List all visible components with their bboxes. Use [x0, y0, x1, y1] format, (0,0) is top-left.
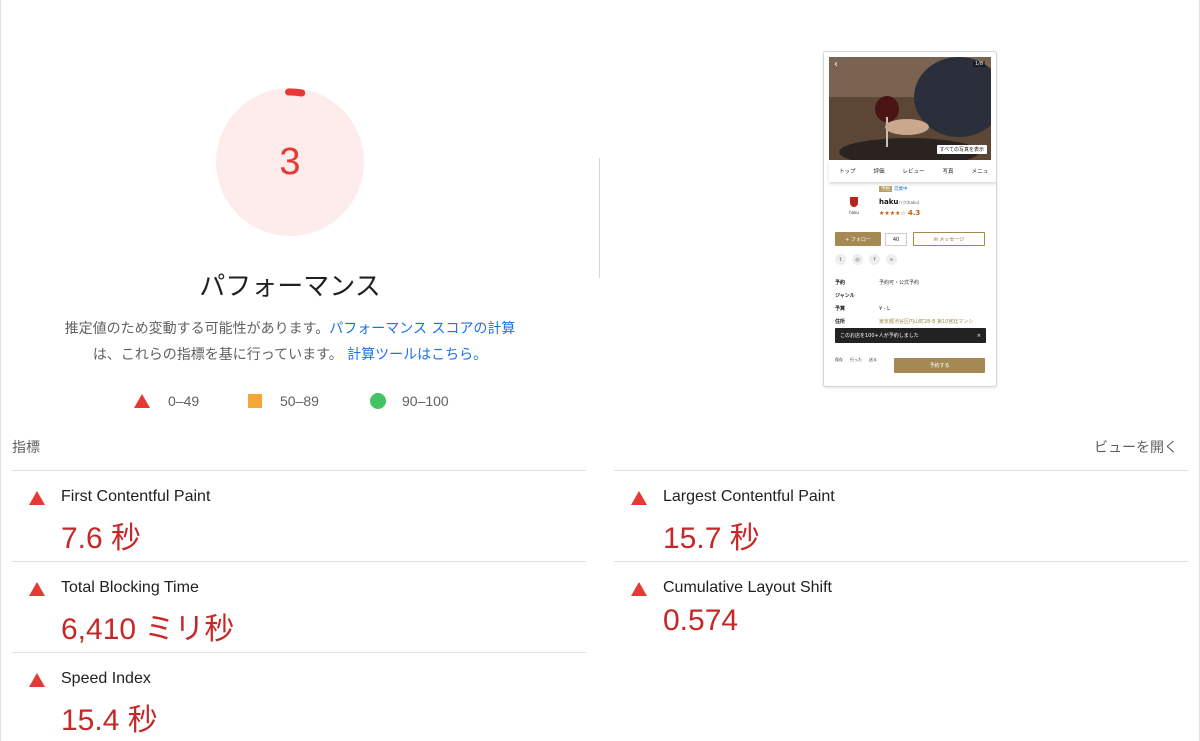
reservation-toast: このお店を100+人が予約しました ×	[835, 328, 986, 343]
link-icon[interactable]: ∞	[886, 254, 897, 265]
legend-fail-range: 0–49	[168, 393, 200, 409]
performance-score-gauge[interactable]: 3	[214, 86, 366, 238]
legend-pass: 90–100	[370, 390, 449, 412]
metrics-heading: 指標	[12, 440, 40, 456]
score-value: 3	[279, 140, 301, 183]
tab-review[interactable]: レビュー	[903, 167, 925, 175]
metric-si: Speed Index 15.4 秒	[12, 652, 586, 741]
square-average-icon	[248, 394, 262, 408]
visited-action[interactable]: 行った	[850, 357, 862, 363]
category-title: パフォーマンス	[199, 272, 381, 302]
shop-name-sub: ハク(haku)	[898, 200, 920, 205]
metrics-left-column: First Contentful Paint 7.6 秒 Total Block…	[12, 470, 586, 741]
view-toggle-button[interactable]: ビューを開く	[1094, 437, 1178, 457]
metric-value: 6,410 ミリ秒	[61, 613, 235, 646]
triangle-fail-icon	[29, 582, 45, 596]
all-photos-button[interactable]: すべての写真を表示	[936, 145, 987, 154]
metric-value: 15.4 秒	[61, 704, 158, 737]
info-value: 予約可・公式予約	[879, 280, 920, 286]
metric-cls: Cumulative Layout Shift 0.574	[614, 561, 1188, 652]
info-row: 予算 ¥ - L	[835, 302, 985, 315]
photo-counter: 1/8	[972, 61, 985, 67]
tab-menu[interactable]: メニュ	[972, 167, 989, 175]
legend-fail: 0–49	[134, 390, 199, 412]
shop-name: hakuハク(haku)	[879, 198, 919, 206]
share-action[interactable]: 送る	[869, 357, 877, 363]
shop-rating: ★★★★☆ 4.3	[879, 209, 920, 217]
tab-photo[interactable]: 写真	[943, 167, 954, 175]
metrics-right-column: Largest Contentful Paint 15.7 秒 Cumulati…	[614, 470, 1188, 652]
info-key: 予算	[835, 306, 846, 312]
triangle-fail-icon	[134, 394, 150, 408]
description-text-1: 推定値のため変動する可能性があります。	[64, 321, 330, 337]
triangle-fail-icon	[29, 491, 45, 505]
triangle-fail-icon	[631, 582, 647, 596]
vertical-divider	[599, 158, 600, 278]
toast-text: このお店を100+人が予約しました	[840, 333, 919, 339]
facebook-icon[interactable]: f	[869, 254, 880, 265]
star-icons: ★★★★☆	[879, 210, 906, 217]
score-description: 推定値のため変動する可能性があります。パフォーマンス スコアの計算 は、これらの…	[30, 316, 550, 368]
final-screenshot[interactable]: ‹ 1/8 すべての写真を表示 トップ 評価 レビュー 写真 メニュ haku …	[823, 51, 997, 387]
logo-text: haku	[849, 210, 859, 215]
info-key: 住所	[835, 319, 846, 325]
rating-value: 4.3	[907, 209, 921, 217]
wine-cup-icon	[850, 197, 858, 207]
shop-logo: haku	[837, 189, 871, 223]
reserve-button[interactable]: 予約する	[894, 358, 985, 373]
tab-rating[interactable]: 評価	[874, 167, 885, 175]
metric-value: 0.574	[663, 604, 739, 637]
description-text-2: は、これらの指標を基に行っています。	[92, 347, 343, 363]
save-action[interactable]: 保存	[835, 357, 843, 363]
info-key: ジャンル	[835, 293, 855, 299]
shop-name-main: haku	[879, 198, 899, 206]
follow-button[interactable]: + フォロー	[835, 232, 881, 246]
reservation-badge: 予約	[879, 186, 892, 192]
info-row: 住所 東京都渋谷区円山町28-8 第10宮廷マンシ	[835, 315, 985, 328]
info-row: ジャンル	[835, 289, 985, 302]
metric-tbt: Total Blocking Time 6,410 ミリ秒	[12, 561, 586, 652]
info-key: 予約	[835, 280, 846, 286]
info-row: 予約 予約可・公式予約	[835, 276, 985, 289]
triangle-fail-icon	[631, 491, 647, 505]
metric-value: 15.7 秒	[663, 522, 760, 555]
metric-lcp: Largest Contentful Paint 15.7 秒	[614, 470, 1188, 561]
circle-pass-icon	[370, 393, 386, 409]
metric-title: Largest Contentful Paint	[663, 488, 835, 505]
screenshot-footer: 保存 行った 送る	[835, 357, 884, 363]
metric-fcp: First Contentful Paint 7.6 秒	[12, 470, 586, 561]
triangle-fail-icon	[29, 673, 45, 687]
legend-average: 50–89	[248, 390, 319, 412]
metric-title: First Contentful Paint	[61, 488, 211, 505]
instagram-icon[interactable]: ◎	[852, 254, 863, 265]
screenshot-tabs: トップ 評価 レビュー 写真 メニュ	[829, 160, 996, 182]
legend-pass-range: 90–100	[402, 393, 449, 409]
calculator-link[interactable]: 計算ツールはこちら。	[347, 347, 487, 363]
back-icon[interactable]: ‹	[834, 59, 838, 70]
info-value: 東京都渋谷区円山町28-8 第10宮廷マンシ	[879, 319, 974, 325]
twitter-icon[interactable]: t	[835, 254, 846, 265]
shop-info: 予約 予約可・公式予約 ジャンル 予算 ¥ - L 住所 東京都渋谷区円山町28-8 …	[835, 276, 985, 328]
metric-title: Speed Index	[61, 670, 151, 687]
open-badge: 営業中	[894, 187, 908, 192]
score-calculation-link[interactable]: パフォーマンス スコアの計算	[329, 321, 515, 337]
metric-value: 7.6 秒	[61, 522, 142, 555]
tab-top[interactable]: トップ	[839, 167, 856, 175]
social-links: t ◎ f ∞	[835, 254, 903, 265]
metric-title: Total Blocking Time	[61, 579, 199, 596]
follow-count: 40	[885, 233, 907, 246]
close-icon[interactable]: ×	[977, 333, 981, 339]
legend-average-range: 50–89	[280, 393, 319, 409]
metric-title: Cumulative Layout Shift	[663, 579, 832, 596]
info-value: ¥ - L	[879, 305, 890, 312]
message-button[interactable]: ✉ メッセージ	[913, 232, 985, 246]
hero-photo: ‹ 1/8 すべての写真を表示	[829, 57, 991, 160]
left-frame-border	[0, 0, 1, 741]
